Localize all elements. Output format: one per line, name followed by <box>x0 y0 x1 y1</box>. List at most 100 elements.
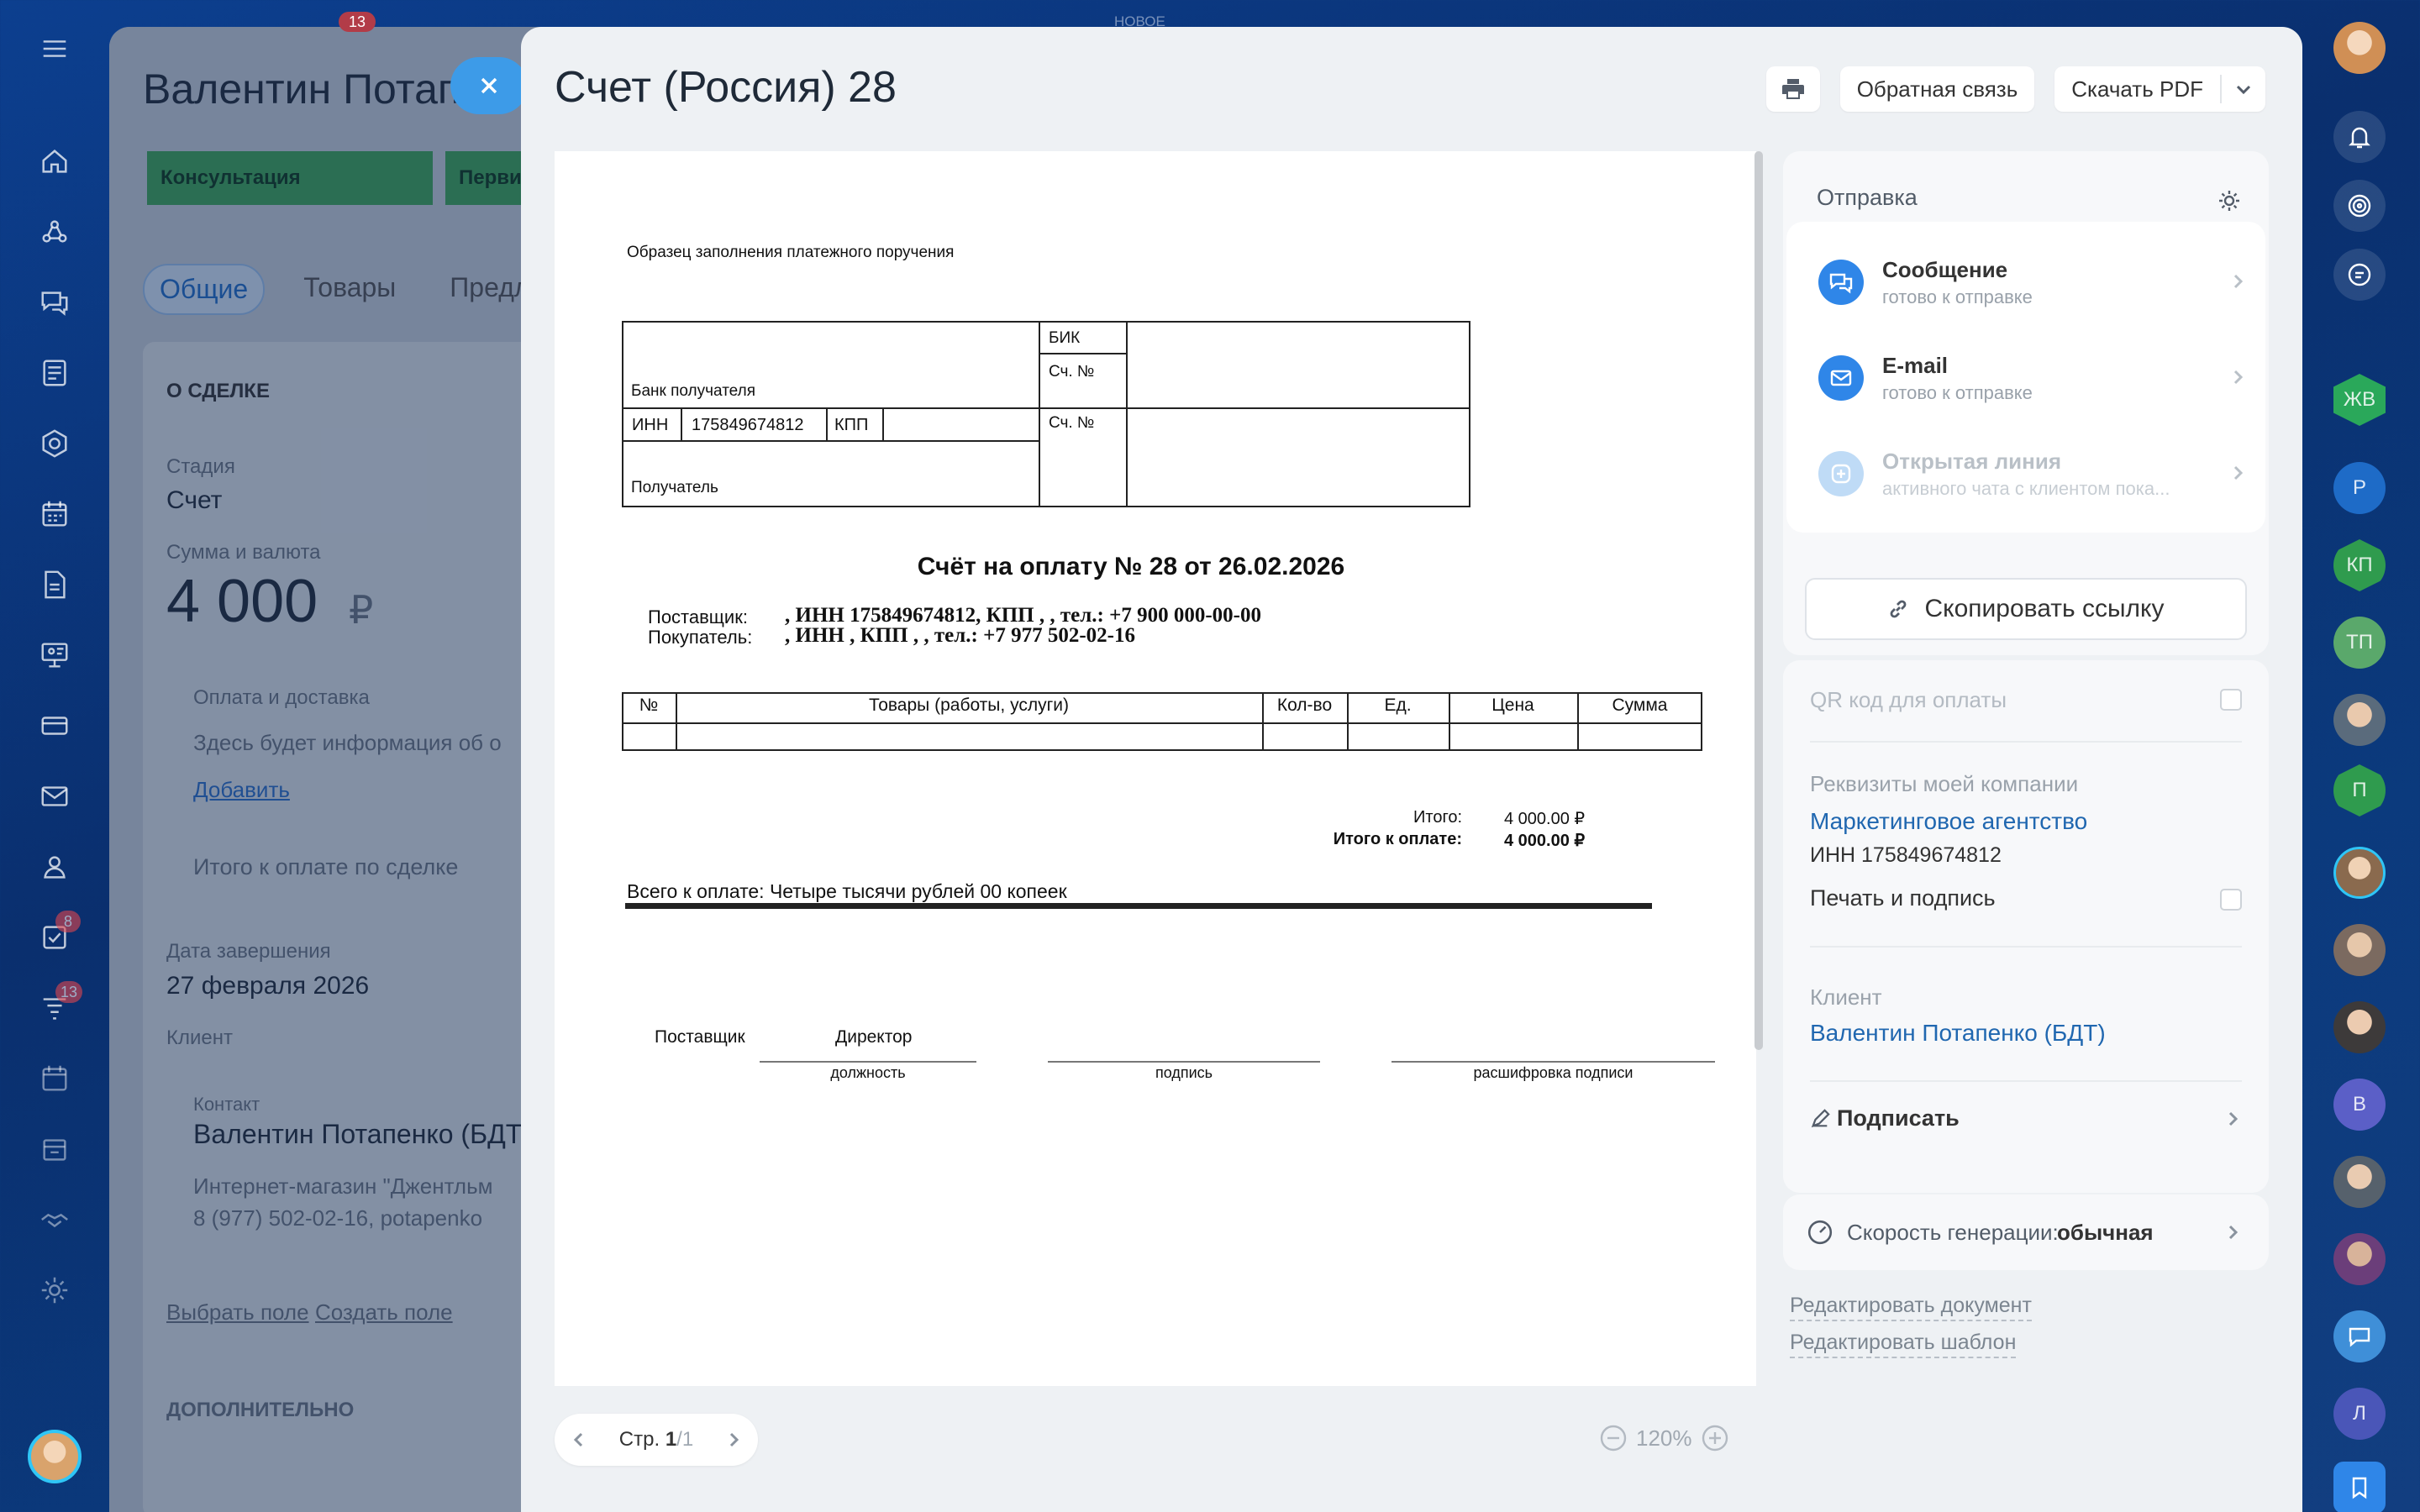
account-label: Сч. № <box>1049 363 1095 381</box>
document-scrollbar[interactable] <box>1754 151 1763 1050</box>
col-number: № <box>639 696 659 715</box>
copy-link-button[interactable]: Скопировать ссылку <box>1805 578 2247 640</box>
page-current: 1 <box>665 1428 677 1451</box>
edit-template-link[interactable]: Редактировать шаблон <box>1790 1331 2017 1358</box>
buyer-value: , ИНН , КПП , , тел.: +7 977 502-02-16 <box>785 624 1135 647</box>
documents-icon[interactable] <box>38 568 71 601</box>
channel-title: Открытая линия <box>1882 448 2062 474</box>
open-line-icon <box>1818 451 1864 496</box>
feed-icon[interactable] <box>38 356 71 390</box>
rail-avatar[interactable]: В <box>2333 1079 2386 1131</box>
divider <box>1810 946 2242 948</box>
sign-row[interactable]: Подписать <box>1810 1105 2242 1131</box>
print-button[interactable] <box>1765 66 1820 112</box>
group-chat-button[interactable] <box>2333 1310 2386 1362</box>
notifications-button[interactable] <box>2333 111 2386 163</box>
client-link[interactable]: Валентин Потапенко (БДТ) <box>1810 1020 2106 1047</box>
buyer-value-wrap: , ИНН , КПП , , тел.: +7 977 502-02-16 <box>785 624 1135 648</box>
rail-avatar[interactable]: ЖВ <box>2333 374 2386 426</box>
chevron-right-icon[interactable] <box>724 1431 743 1449</box>
channel-message[interactable]: Сообщение готово к отправке <box>1818 249 2247 316</box>
rail-avatar[interactable]: Л <box>2333 1388 2386 1440</box>
inn-label: ИНН <box>632 416 669 434</box>
rail-avatar-photo[interactable] <box>2333 1001 2386 1053</box>
sign-position-value: Директор <box>835 1027 913 1047</box>
channel-subtitle: готово к отправке <box>1882 286 2033 307</box>
close-slider-button[interactable] <box>450 57 528 114</box>
rail-avatar-photo[interactable] <box>2333 847 2386 899</box>
left-navigation: 8 13 <box>0 0 109 1512</box>
rail-avatar[interactable]: Р <box>2333 462 2386 514</box>
gear-icon[interactable] <box>2217 188 2242 213</box>
qr-label: QR код для оплаты <box>1810 687 2007 712</box>
schedule-icon[interactable] <box>38 1062 71 1095</box>
home-icon[interactable] <box>38 144 71 178</box>
zoom-level: 120% <box>1636 1425 1692 1451</box>
sending-card: Отправка Сообщение готово к отправке E-ma… <box>1783 151 2269 655</box>
table-line <box>1039 353 1128 354</box>
handshake-icon[interactable] <box>38 1203 71 1236</box>
to-pay-value: 4 000.00 ₽ <box>1504 832 1586 850</box>
document-slider: Счет (Россия) 28 Обратная связь Скачать … <box>521 27 2302 1512</box>
page-total: /1 <box>676 1428 694 1451</box>
channel-subtitle: активного чата с клиентом пока... <box>1882 477 2170 499</box>
webinar-icon[interactable] <box>38 638 71 672</box>
thick-divider <box>625 903 1652 909</box>
slider-title: Счет (Россия) 28 <box>555 63 897 112</box>
bookmark-button[interactable] <box>2333 1462 2386 1512</box>
deal-card-background: Валентин Потап Консультация Перви Общие … <box>109 27 580 1512</box>
download-options-button[interactable] <box>2222 80 2265 98</box>
rail-avatar[interactable]: П <box>2333 764 2386 816</box>
inventory-icon[interactable] <box>38 1132 71 1166</box>
target-icon <box>2348 194 2371 218</box>
channel-email[interactable]: E-mail готово к отправке <box>1818 344 2247 412</box>
profile-avatar[interactable] <box>2333 22 2386 74</box>
current-user-avatar[interactable] <box>28 1430 82 1483</box>
right-rail: ЖВ Р КП ТП П В Л <box>2307 0 2420 1512</box>
contacts-icon[interactable] <box>38 850 71 884</box>
zoom-out-icon[interactable] <box>1599 1424 1628 1452</box>
generation-speed-row[interactable]: Скорость генерации: обычная <box>1783 1194 2269 1270</box>
sites-icon[interactable] <box>38 427 71 460</box>
link-icon <box>1891 600 1907 618</box>
tasks-badge: 8 <box>55 911 81 932</box>
company-inn: ИНН 175849674812 <box>1810 843 2002 867</box>
inn-value: 175849674812 <box>692 416 804 434</box>
rail-avatar-photo[interactable] <box>2333 1156 2386 1208</box>
edit-document-link[interactable]: Редактировать документ <box>1790 1294 2032 1321</box>
mail-icon[interactable] <box>38 780 71 813</box>
page-prefix: Стр. <box>618 1428 660 1451</box>
company-link[interactable]: Маркетинговое агентство <box>1810 808 2087 835</box>
crm-badge: 13 <box>55 981 83 1003</box>
crm-icon[interactable] <box>38 215 71 249</box>
printer-icon <box>1781 79 1804 99</box>
invoice-document: Образец заполнения платежного поручения … <box>555 151 1756 1386</box>
feedback-button[interactable]: Обратная связь <box>1839 66 2035 112</box>
calendar-icon[interactable] <box>38 497 71 531</box>
goals-button[interactable] <box>2333 180 2386 232</box>
amount-in-words: Всего к оплате: Четыре тысячи рублей 00 … <box>627 880 1067 902</box>
channel-open-line-text: Открытая линия активного чата с клиентом … <box>1882 449 2218 500</box>
rail-avatar[interactable]: ТП <box>2333 617 2386 669</box>
zoom-in-icon[interactable] <box>1701 1424 1729 1452</box>
menu-icon[interactable] <box>38 32 71 66</box>
zoom-control: 120% <box>1599 1424 1729 1452</box>
print-sign-checkbox[interactable] <box>2220 889 2242 911</box>
chevron-left-icon[interactable] <box>570 1431 588 1449</box>
qr-checkbox[interactable] <box>2220 689 2242 711</box>
chat-icon <box>2349 1327 2370 1347</box>
chat-icon[interactable] <box>38 286 71 319</box>
total-label: Итого: <box>1413 808 1462 827</box>
rail-avatar-photo[interactable] <box>2333 924 2386 976</box>
rail-avatar-photo[interactable] <box>2333 1233 2386 1285</box>
download-pdf-button[interactable]: Скачать PDF <box>2054 75 2222 103</box>
generation-label: Скорость генерации: <box>1847 1220 2059 1245</box>
shop-icon[interactable] <box>38 709 71 743</box>
rail-avatar-photo[interactable] <box>2333 694 2386 746</box>
open-lines-button[interactable] <box>2333 249 2386 301</box>
channel-open-line[interactable]: Открытая линия активного чата с клиентом … <box>1818 440 2247 507</box>
sample-title: Образец заполнения платежного поручения <box>627 244 955 261</box>
rail-avatar[interactable]: КП <box>2333 539 2386 591</box>
table-line <box>1039 321 1040 507</box>
settings-icon[interactable] <box>38 1273 71 1307</box>
